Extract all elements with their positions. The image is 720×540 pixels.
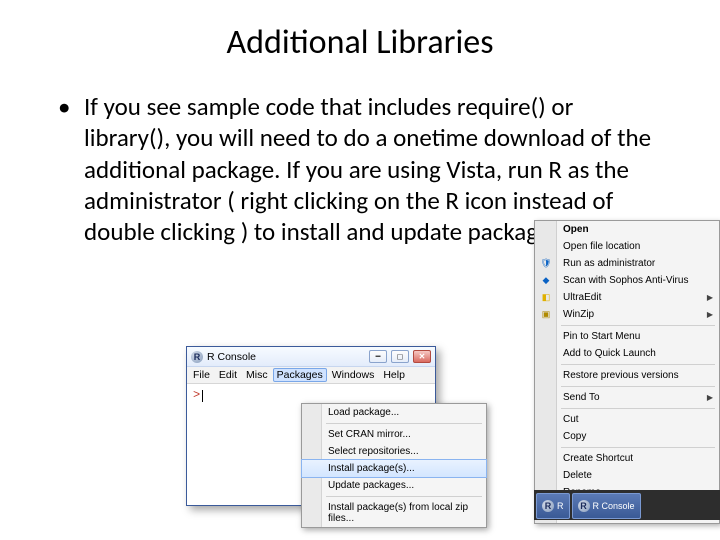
ctx-item-create-shortcut[interactable]: Create Shortcut [535,450,719,467]
ctx-label: Copy [563,431,586,442]
pk-label: Select repositories... [328,446,419,457]
ultraedit-icon: ◧ [539,291,553,305]
pk-item-install-local-zip[interactable]: Install package(s) from local zip files.… [302,499,486,527]
separator [326,496,482,497]
ctx-item-copy[interactable]: Copy [535,428,719,445]
ctx-item-send-to[interactable]: Send To ▶ [535,389,719,406]
pk-item-update-packages[interactable]: Update packages... [302,477,486,494]
pk-item-set-cran[interactable]: Set CRAN mirror... [302,426,486,443]
ctx-item-delete[interactable]: Delete [535,467,719,484]
ctx-item-quick-launch[interactable]: Add to Quick Launch [535,345,719,362]
r-prompt: > [193,388,200,402]
r-console-window[interactable]: R R Console ━ ◻ ✕ File Edit Misc Package… [186,346,436,506]
menu-packages[interactable]: Packages [273,368,327,382]
separator [561,447,715,448]
ctx-label: Open [563,224,589,235]
ctx-label: Open file location [563,241,640,252]
separator [326,423,482,424]
ctx-item-pin-start[interactable]: Pin to Start Menu [535,328,719,345]
pk-label: Install package(s) from local zip files.… [328,502,468,524]
r-console-titlebar[interactable]: R R Console ━ ◻ ✕ [187,347,435,367]
ctx-label: Pin to Start Menu [563,331,640,342]
ctx-item-scan-sophos[interactable]: ◆ Scan with Sophos Anti-Virus [535,272,719,289]
ctx-item-run-as-administrator[interactable]: 🛡 Run as administrator [535,255,719,272]
menu-file[interactable]: File [193,369,210,381]
menu-help[interactable]: Help [383,369,405,381]
r-logo-icon: R [542,500,554,512]
sophos-icon: ◆ [539,274,553,288]
explorer-context-menu[interactable]: Open Open file location 🛡 Run as administ… [534,220,720,524]
menu-misc[interactable]: Misc [246,369,268,381]
pk-item-load-package[interactable]: Load package... [302,404,486,421]
ctx-item-ultraedit[interactable]: ◧ UltraEdit ▶ [535,289,719,306]
separator [561,386,715,387]
menu-edit[interactable]: Edit [219,369,237,381]
ctx-item-open[interactable]: Open [535,221,719,238]
pk-label: Set CRAN mirror... [328,429,411,440]
ctx-label: Cut [563,414,579,425]
chevron-right-icon: ▶ [707,393,713,402]
minimize-button[interactable]: ━ [369,350,387,363]
separator [561,408,715,409]
text-cursor [202,390,203,402]
menu-windows[interactable]: Windows [332,369,375,381]
chevron-right-icon: ▶ [707,310,713,319]
chevron-right-icon: ▶ [707,293,713,302]
ctx-label: WinZip [563,309,594,320]
packages-dropdown[interactable]: Load package... Set CRAN mirror... Selec… [301,403,487,528]
taskbar: RR RR Console [534,490,720,520]
maximize-button[interactable]: ◻ [391,350,409,363]
separator [561,364,715,365]
r-logo-icon: R [191,351,203,363]
ctx-item-cut[interactable]: Cut [535,411,719,428]
ctx-label: Create Shortcut [563,453,633,464]
pk-item-install-packages[interactable]: Install package(s)... [301,459,487,478]
ctx-item-open-file-location[interactable]: Open file location [535,238,719,255]
ctx-label: Restore previous versions [563,370,679,381]
window-title: R Console [207,351,256,363]
ctx-label: UltraEdit [563,292,601,303]
close-button[interactable]: ✕ [413,350,431,363]
pk-label: Install package(s)... [328,463,415,474]
taskbar-button-r-console[interactable]: RR Console [572,493,641,519]
r-console-body[interactable]: > Load package... Set CRAN mirror... Sel… [187,384,435,502]
ctx-label: Run as administrator [563,258,655,269]
ctx-item-restore-previous[interactable]: Restore previous versions [535,367,719,384]
winzip-icon: ▣ [539,308,553,322]
shield-icon: 🛡 [539,257,553,271]
taskbar-label: R [557,501,564,511]
slide-title: Additional Libraries [0,0,720,63]
ctx-item-winzip[interactable]: ▣ WinZip ▶ [535,306,719,323]
taskbar-button-r[interactable]: RR [536,493,570,519]
ctx-label: Scan with Sophos Anti-Virus [563,275,688,286]
separator [561,325,715,326]
ctx-label: Send To [563,392,600,403]
ctx-label: Add to Quick Launch [563,348,656,359]
pk-label: Update packages... [328,480,414,491]
r-logo-icon: R [578,500,590,512]
pk-item-select-repos[interactable]: Select repositories... [302,443,486,460]
taskbar-label: R Console [593,501,635,511]
r-console-menubar[interactable]: File Edit Misc Packages Windows Help [187,367,435,384]
ctx-label: Delete [563,470,592,481]
pk-label: Load package... [328,407,399,418]
